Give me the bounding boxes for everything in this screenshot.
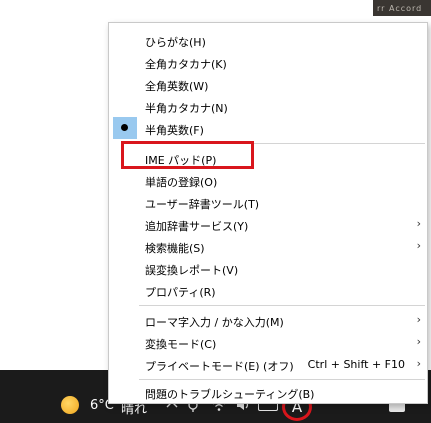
menu-item-label: 誤変換レポート(V) xyxy=(145,264,239,277)
menu-item-label: 半角英数(F) xyxy=(145,124,204,137)
menu-item-label: 検索機能(S) xyxy=(145,242,205,255)
menu-item-label: プロパティ(R) xyxy=(145,286,216,299)
menu-item-zenkaku-katakana[interactable]: 全角カタカナ(K) xyxy=(109,51,427,73)
chevron-right-icon: › xyxy=(416,217,421,230)
ime-context-menu: ひらがな(H) 全角カタカナ(K) 全角英数(W) 半角カタカナ(N) 半角英数… xyxy=(108,22,428,404)
menu-separator xyxy=(139,305,425,306)
menu-item-properties[interactable]: プロパティ(R) xyxy=(109,279,427,301)
menu-item-hankaku-katakana[interactable]: 半角カタカナ(N) xyxy=(109,95,427,117)
menu-item-label: プライベートモード(E) (オフ) xyxy=(145,360,294,373)
menu-item-conversion-mode[interactable]: 変換モード(C) › xyxy=(109,331,427,353)
menu-item-search[interactable]: 検索機能(S) › xyxy=(109,235,427,257)
menu-item-troubleshooting[interactable]: 問題のトラブルシューティング(B) xyxy=(109,381,427,403)
chevron-right-icon: › xyxy=(416,239,421,252)
thumbnail-image: rr Accord xyxy=(373,0,431,16)
chevron-right-icon: › xyxy=(416,313,421,326)
menu-item-private-mode[interactable]: プライベートモード(E) (オフ) Ctrl + Shift + F10 › xyxy=(109,353,427,375)
menu-item-additional-dictionary[interactable]: 追加辞書サービス(Y) › xyxy=(109,213,427,235)
menu-item-user-dictionary[interactable]: ユーザー辞書ツール(T) xyxy=(109,191,427,213)
menu-separator xyxy=(139,379,425,380)
ime-pad-highlight-box xyxy=(121,141,254,169)
sun-icon[interactable] xyxy=(61,396,79,414)
menu-item-label: 半角カタカナ(N) xyxy=(145,102,228,115)
menu-item-label: 全角カタカナ(K) xyxy=(145,58,227,71)
menu-item-label: ユーザー辞書ツール(T) xyxy=(145,198,260,211)
menu-item-label: 追加辞書サービス(Y) xyxy=(145,220,249,233)
menu-item-zenkaku-eisu[interactable]: 全角英数(W) xyxy=(109,73,427,95)
menu-item-label: 全角英数(W) xyxy=(145,80,209,93)
menu-item-hiragana[interactable]: ひらがな(H) xyxy=(109,29,427,51)
menu-item-misconversion-report[interactable]: 誤変換レポート(V) xyxy=(109,257,427,279)
thumbnail-text: rr Accord xyxy=(377,4,423,13)
menu-item-label: 単語の登録(O) xyxy=(145,176,218,189)
menu-item-label: 変換モード(C) xyxy=(145,338,217,351)
bullet-icon xyxy=(121,124,128,131)
chevron-right-icon: › xyxy=(416,357,421,370)
menu-item-shortcut: Ctrl + Shift + F10 xyxy=(307,358,405,371)
menu-item-label: ローマ字入力 / かな入力(M) xyxy=(145,316,284,329)
menu-item-label: 問題のトラブルシューティング(B) xyxy=(145,388,315,401)
menu-item-hankaku-eisu[interactable]: 半角英数(F) xyxy=(109,117,427,139)
chevron-right-icon: › xyxy=(416,335,421,348)
menu-item-word-register[interactable]: 単語の登録(O) xyxy=(109,169,427,191)
menu-item-label: ひらがな(H) xyxy=(145,36,206,49)
menu-item-input-method[interactable]: ローマ字入力 / かな入力(M) › xyxy=(109,309,427,331)
